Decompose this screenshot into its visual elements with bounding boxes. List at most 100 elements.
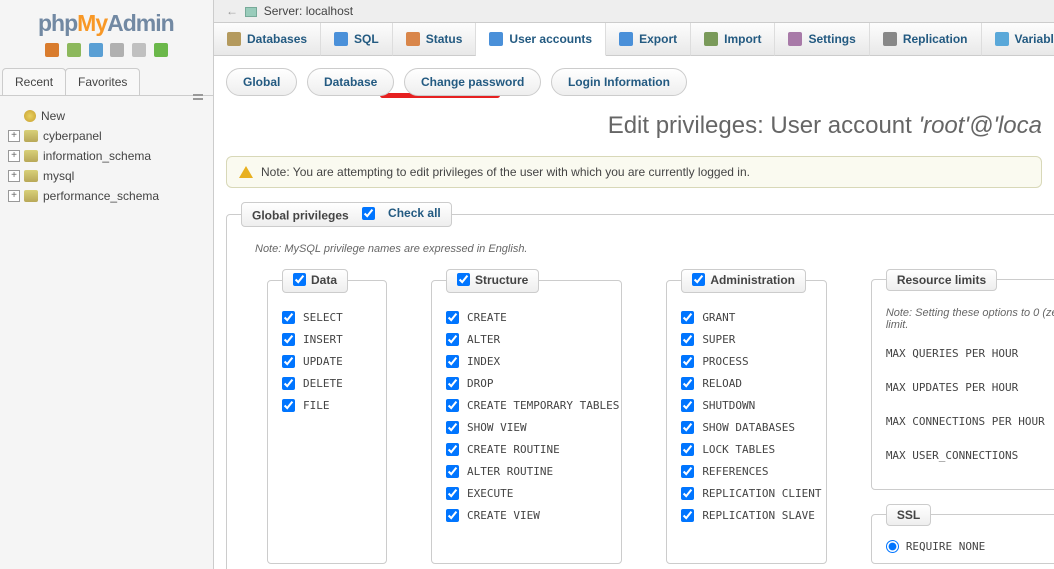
tree-db-cyberpanel[interactable]: +cyberpanel bbox=[8, 126, 213, 146]
tab-favorites[interactable]: Favorites bbox=[65, 68, 140, 95]
tab-databases[interactable]: Databases bbox=[214, 23, 321, 56]
priv-checkbox[interactable] bbox=[446, 421, 459, 434]
check-all-link[interactable]: Check all bbox=[388, 206, 441, 220]
priv-create-routine[interactable]: CREATE ROUTINE bbox=[446, 443, 607, 456]
priv-checkbox[interactable] bbox=[681, 465, 694, 478]
tab-settings[interactable]: Settings bbox=[775, 23, 869, 56]
priv-create-view[interactable]: CREATE VIEW bbox=[446, 509, 607, 522]
warning-icon bbox=[239, 166, 253, 178]
priv-execute[interactable]: EXECUTE bbox=[446, 487, 607, 500]
priv-checkbox[interactable] bbox=[681, 399, 694, 412]
priv-checkbox[interactable] bbox=[446, 333, 459, 346]
administration-group-label[interactable]: Administration bbox=[692, 273, 795, 287]
priv-alter[interactable]: ALTER bbox=[446, 333, 607, 346]
priv-update[interactable]: UPDATE bbox=[282, 355, 372, 368]
logo[interactable]: phpMyAdmin bbox=[0, 0, 213, 41]
priv-references[interactable]: REFERENCES bbox=[681, 465, 812, 478]
priv-checkbox[interactable] bbox=[282, 399, 295, 412]
tree-db-information_schema[interactable]: +information_schema bbox=[8, 146, 213, 166]
docs-icon[interactable] bbox=[89, 43, 103, 57]
priv-file[interactable]: FILE bbox=[282, 399, 372, 412]
priv-checkbox[interactable] bbox=[681, 333, 694, 346]
expand-icon[interactable]: + bbox=[8, 190, 20, 202]
priv-checkbox[interactable] bbox=[681, 355, 694, 368]
priv-checkbox[interactable] bbox=[681, 311, 694, 324]
priv-checkbox[interactable] bbox=[446, 443, 459, 456]
priv-lock-tables[interactable]: LOCK TABLES bbox=[681, 443, 812, 456]
data-group-label[interactable]: Data bbox=[293, 273, 337, 287]
structure-group-label[interactable]: Structure bbox=[457, 273, 528, 287]
priv-checkbox[interactable] bbox=[446, 377, 459, 390]
tree-new[interactable]: New bbox=[8, 106, 213, 126]
priv-checkbox[interactable] bbox=[446, 355, 459, 368]
priv-grant[interactable]: GRANT bbox=[681, 311, 812, 324]
server-host[interactable]: localhost bbox=[306, 4, 353, 18]
ssl-require-none-radio[interactable] bbox=[886, 540, 899, 553]
subtab-login-info[interactable]: Login Information bbox=[551, 68, 687, 96]
subtab-global[interactable]: Global bbox=[226, 68, 297, 96]
priv-create-temporary-tables[interactable]: CREATE TEMPORARY TABLES bbox=[446, 399, 607, 412]
administration-group-checkbox[interactable] bbox=[692, 273, 705, 286]
home-icon[interactable] bbox=[45, 43, 59, 57]
resource-limits-legend: Resource limits bbox=[886, 269, 997, 291]
administration-priv-box: Administration GRANT SUPER PROCESS RELOAD SH… bbox=[666, 269, 827, 564]
logout-icon[interactable] bbox=[67, 43, 81, 57]
priv-drop[interactable]: DROP bbox=[446, 377, 607, 390]
priv-checkbox[interactable] bbox=[282, 311, 295, 324]
expand-icon[interactable]: + bbox=[8, 150, 20, 162]
logo-admin: Admin bbox=[107, 10, 174, 36]
priv-replication-slave[interactable]: REPLICATION SLAVE bbox=[681, 509, 812, 522]
tab-import[interactable]: Import bbox=[691, 23, 775, 56]
tab-recent[interactable]: Recent bbox=[2, 68, 66, 95]
priv-shutdown[interactable]: SHUTDOWN bbox=[681, 399, 812, 412]
priv-checkbox[interactable] bbox=[446, 399, 459, 412]
logo-php: php bbox=[38, 10, 77, 36]
priv-insert[interactable]: INSERT bbox=[282, 333, 372, 346]
priv-super[interactable]: SUPER bbox=[681, 333, 812, 346]
expand-icon[interactable]: + bbox=[8, 130, 20, 142]
nav-settings-icon[interactable] bbox=[132, 43, 146, 57]
priv-checkbox[interactable] bbox=[446, 311, 459, 324]
priv-index[interactable]: INDEX bbox=[446, 355, 607, 368]
priv-replication-client[interactable]: REPLICATION CLIENT bbox=[681, 487, 812, 500]
expand-icon[interactable]: + bbox=[8, 170, 20, 182]
priv-alter-routine[interactable]: ALTER ROUTINE bbox=[446, 465, 607, 478]
priv-checkbox[interactable] bbox=[681, 487, 694, 500]
priv-delete[interactable]: DELETE bbox=[282, 377, 372, 390]
priv-checkbox[interactable] bbox=[681, 421, 694, 434]
check-all-wrapper[interactable]: Check all bbox=[362, 206, 441, 220]
priv-checkbox[interactable] bbox=[681, 443, 694, 456]
ssl-require-none-row[interactable]: REQUIRE NONE bbox=[886, 540, 1054, 553]
link-icon[interactable] bbox=[193, 94, 203, 100]
check-all-checkbox[interactable] bbox=[362, 207, 375, 220]
tree-db-performance_schema[interactable]: +performance_schema bbox=[8, 186, 213, 206]
sql-icon[interactable] bbox=[110, 43, 124, 57]
priv-process[interactable]: PROCESS bbox=[681, 355, 812, 368]
tab-sql[interactable]: SQL bbox=[321, 23, 393, 56]
priv-show-databases[interactable]: SHOW DATABASES bbox=[681, 421, 812, 434]
priv-checkbox[interactable] bbox=[446, 509, 459, 522]
import-icon bbox=[704, 32, 718, 46]
tab-replication[interactable]: Replication bbox=[870, 23, 982, 56]
tab-user-accounts[interactable]: User accounts bbox=[476, 23, 606, 56]
priv-checkbox[interactable] bbox=[446, 465, 459, 478]
data-group-checkbox[interactable] bbox=[293, 273, 306, 286]
priv-create[interactable]: CREATE bbox=[446, 311, 607, 324]
subtab-change-password[interactable]: Change password bbox=[404, 68, 541, 96]
priv-show-view[interactable]: SHOW VIEW bbox=[446, 421, 607, 434]
priv-checkbox[interactable] bbox=[446, 487, 459, 500]
tree-db-mysql[interactable]: +mysql bbox=[8, 166, 213, 186]
priv-checkbox[interactable] bbox=[282, 333, 295, 346]
priv-checkbox[interactable] bbox=[681, 509, 694, 522]
priv-select[interactable]: SELECT bbox=[282, 311, 372, 324]
structure-group-checkbox[interactable] bbox=[457, 273, 470, 286]
priv-checkbox[interactable] bbox=[681, 377, 694, 390]
tab-status[interactable]: Status bbox=[393, 23, 477, 56]
subtab-database[interactable]: Database bbox=[307, 68, 394, 96]
tab-variables[interactable]: Variables bbox=[982, 23, 1054, 56]
priv-checkbox[interactable] bbox=[282, 377, 295, 390]
priv-reload[interactable]: RELOAD bbox=[681, 377, 812, 390]
tab-export[interactable]: Export bbox=[606, 23, 691, 56]
priv-checkbox[interactable] bbox=[282, 355, 295, 368]
reload-icon[interactable] bbox=[154, 43, 168, 57]
